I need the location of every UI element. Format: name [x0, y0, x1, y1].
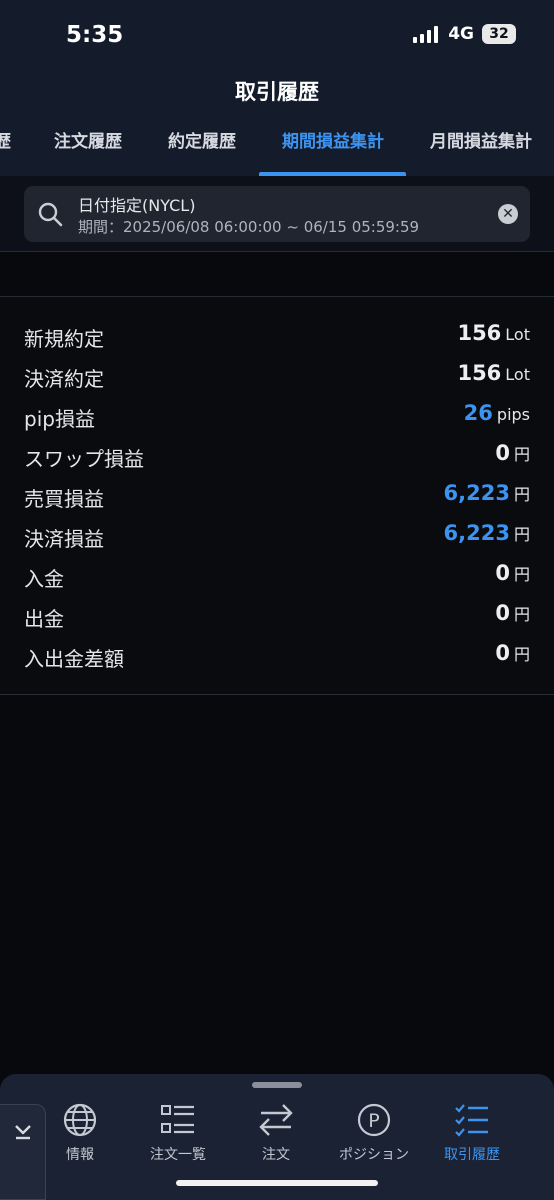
row-value: 156 — [457, 321, 502, 345]
row-unit: Lot — [505, 325, 530, 344]
row-value: 6,223 — [443, 481, 510, 505]
list-icon — [161, 1105, 194, 1134]
nav-label: 注文一覧 — [150, 1147, 206, 1163]
row-label: 入金 — [24, 567, 64, 591]
swap-arrows-icon — [259, 1104, 293, 1136]
nav-trade-history[interactable]: 取引履歴 — [422, 1102, 522, 1172]
summary-row-settlement-executions: 決済約定 156 Lot — [0, 357, 554, 397]
summary-row-trading-pl: 売買損益 6,223 円 — [0, 477, 554, 517]
tab-execution-history[interactable]: 約定履歴 — [168, 122, 236, 176]
filter-title: 日付指定(NYCL) — [78, 196, 196, 215]
summary-row-net-deposit: 入出金差額 0円 — [0, 637, 554, 677]
svg-text:P: P — [368, 1110, 379, 1132]
row-value: 0 — [495, 601, 510, 625]
nav-info[interactable]: 情報 — [30, 1102, 130, 1172]
tab-monthly-pl-summary[interactable]: 月間損益集計 — [430, 122, 532, 176]
summary-row-deposit: 入金 0円 — [0, 557, 554, 597]
checklist-icon — [455, 1104, 488, 1137]
row-value: 0 — [495, 441, 510, 465]
row-unit: 円 — [513, 485, 530, 504]
globe-icon — [63, 1103, 97, 1137]
row-unit: pips — [496, 405, 530, 424]
nav-label: 注文 — [262, 1147, 290, 1163]
row-unit: 円 — [513, 445, 530, 464]
row-label: 売買損益 — [24, 487, 104, 511]
row-label: 決済損益 — [24, 527, 104, 551]
search-icon — [38, 202, 63, 227]
row-unit: 円 — [513, 525, 530, 544]
row-label: 出金 — [24, 607, 64, 631]
battery-icon: 32 — [482, 24, 516, 44]
row-unit: 円 — [513, 565, 530, 584]
position-p-icon: P — [357, 1103, 391, 1137]
row-value: 0 — [495, 641, 510, 665]
status-indicators: 4G 32 — [413, 24, 516, 44]
row-label: 決済約定 — [24, 367, 104, 391]
summary-row-swap-pl: スワップ損益 0円 — [0, 437, 554, 477]
nav-label: 取引履歴 — [444, 1147, 500, 1163]
tab-truncated[interactable]: 歴 — [0, 122, 11, 176]
row-value: 0 — [495, 561, 510, 585]
row-value: 156 — [457, 361, 502, 385]
nav-order-list[interactable]: 注文一覧 — [128, 1102, 228, 1172]
summary-row-settlement-pl: 決済損益 6,223 円 — [0, 517, 554, 557]
row-label: 新規約定 — [24, 327, 104, 351]
row-label: pip損益 — [24, 407, 95, 431]
nav-order[interactable]: 注文 — [226, 1102, 326, 1172]
nav-position[interactable]: P ポジション — [324, 1102, 424, 1172]
status-bar: 5:35 4G 32 — [0, 0, 554, 68]
clear-icon[interactable]: ✕ — [498, 204, 518, 224]
filter-area: 日付指定(NYCL) 期間：2025/06/08 06:00:00 ~ 06/1… — [0, 176, 554, 252]
row-unit: Lot — [505, 365, 530, 384]
network-type: 4G — [448, 24, 474, 44]
summary-row-new-executions: 新規約定 156 Lot — [0, 317, 554, 357]
app-header: 取引履歴 歴 注文履歴 約定履歴 期間損益集計 月間損益集計 — [0, 68, 554, 176]
row-label: スワップ損益 — [24, 447, 144, 471]
status-time: 5:35 — [66, 22, 124, 48]
date-filter-field[interactable]: 日付指定(NYCL) 期間：2025/06/08 06:00:00 ~ 06/1… — [24, 186, 530, 242]
nav-label: 情報 — [66, 1147, 94, 1163]
section-divider — [0, 253, 554, 297]
nav-label: ポジション — [339, 1147, 409, 1163]
row-unit: 円 — [513, 605, 530, 624]
tab-period-pl-summary[interactable]: 期間損益集計 — [282, 122, 384, 176]
row-value: 26 — [463, 401, 493, 425]
row-unit: 円 — [513, 645, 530, 664]
pl-summary: 新規約定 156 Lot 決済約定 156 Lot pip損益 26 pips スワッ… — [0, 297, 554, 695]
signal-icon — [413, 25, 439, 43]
tab-bar: 歴 注文履歴 約定履歴 期間損益集計 月間損益集計 — [0, 122, 554, 176]
summary-row-pip-pl: pip損益 26 pips — [0, 397, 554, 437]
row-value: 6,223 — [443, 521, 510, 545]
home-indicator — [176, 1180, 378, 1186]
tab-order-history[interactable]: 注文履歴 — [54, 122, 122, 176]
row-label: 入出金差額 — [24, 647, 124, 671]
page-title: 取引履歴 — [235, 80, 319, 104]
drag-handle[interactable] — [252, 1082, 302, 1088]
filter-period: 期間：2025/06/08 06:00:00 ~ 06/15 05:59:59 — [78, 218, 420, 236]
summary-row-withdrawal: 出金 0円 — [0, 597, 554, 637]
